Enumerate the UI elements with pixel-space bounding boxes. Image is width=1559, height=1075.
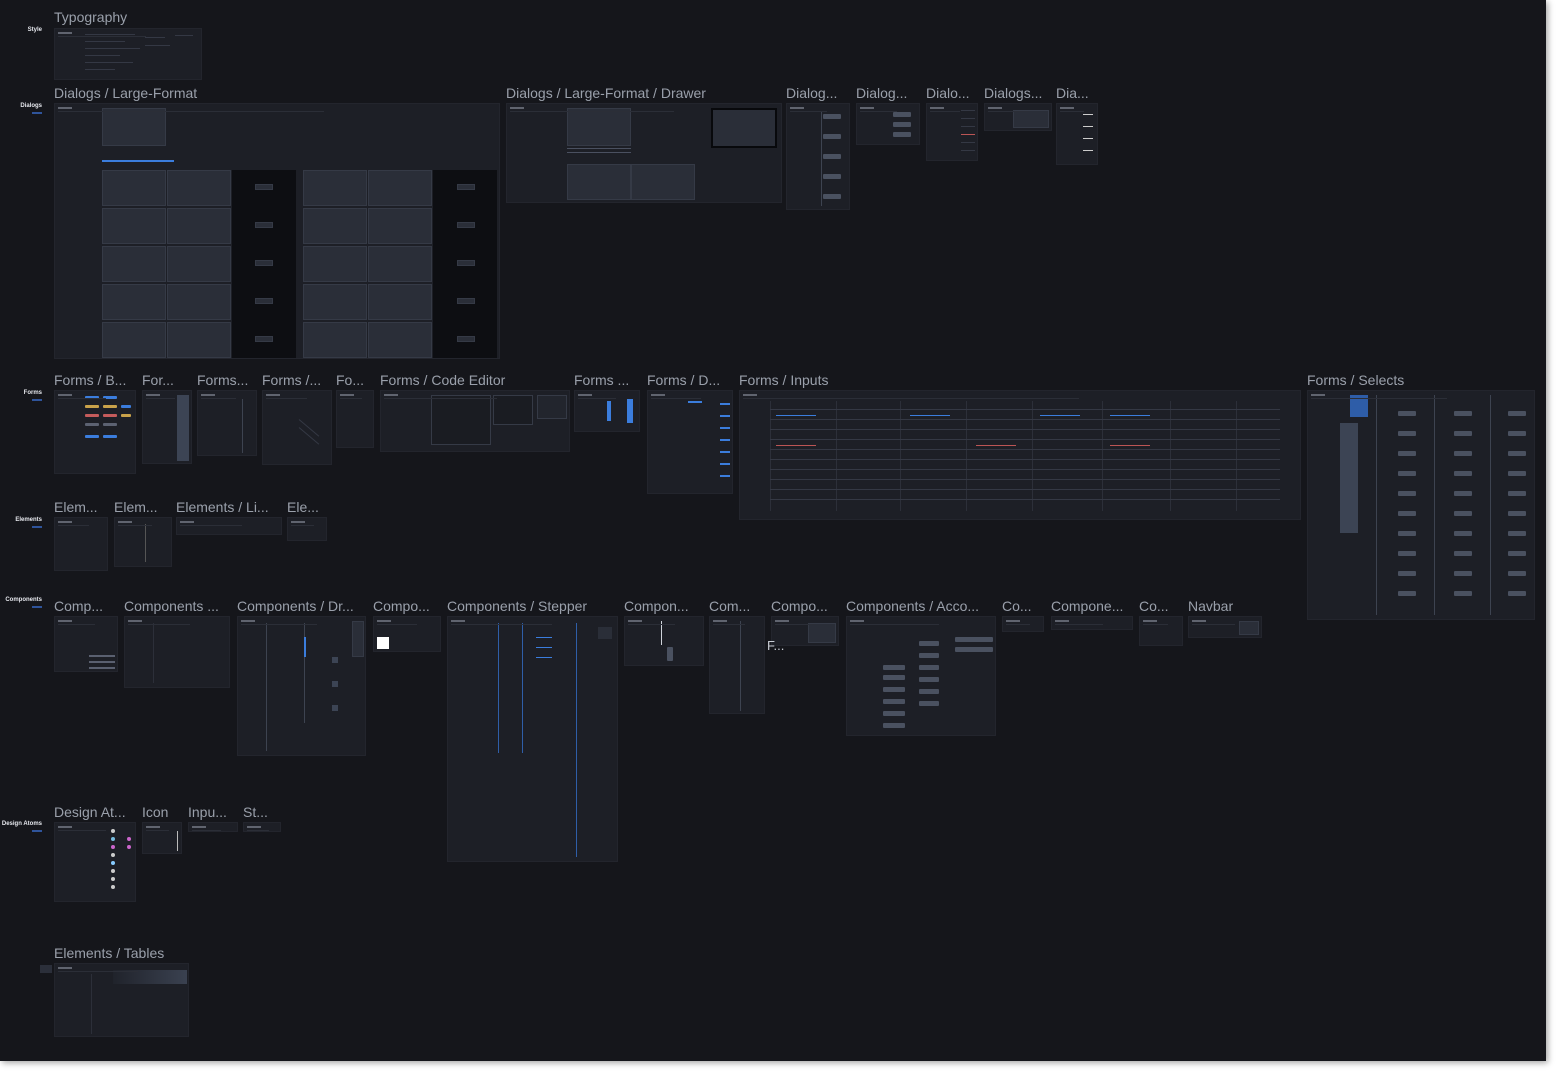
- frame-forms-inputs[interactable]: [739, 390, 1301, 520]
- frame-elements-1[interactable]: [54, 517, 108, 571]
- frame-components-stepper[interactable]: [447, 616, 618, 862]
- frame-forms-3[interactable]: [197, 390, 257, 456]
- frame-label-forms-4[interactable]: Forms /...: [262, 372, 332, 388]
- frame-components-4[interactable]: [373, 616, 441, 652]
- section-label-tables-marker: [40, 965, 52, 973]
- frame-label-dialogs-7[interactable]: Dia...: [1056, 85, 1100, 101]
- design-canvas[interactable]: Style Dialogs Forms Elements Components …: [0, 0, 1546, 1061]
- frame-dialogs-7[interactable]: [1056, 103, 1098, 165]
- frame-label-components-10[interactable]: Co...: [1002, 598, 1046, 614]
- frame-dialogs-4[interactable]: [856, 103, 920, 145]
- frame-label-elements-li[interactable]: Elements / Li...: [176, 499, 280, 515]
- frame-dialogs-3[interactable]: [786, 103, 850, 210]
- frame-inpu[interactable]: [188, 822, 238, 832]
- white-square-swatch: [377, 637, 389, 649]
- frame-label-typography[interactable]: Typography: [54, 9, 254, 25]
- frame-label-elements-tables[interactable]: Elements / Tables: [54, 945, 254, 961]
- frame-label-inpu[interactable]: Inpu...: [188, 804, 238, 820]
- frame-label-forms-d[interactable]: Forms / D...: [647, 372, 733, 388]
- frame-label-dialogs-4[interactable]: Dialog...: [856, 85, 920, 101]
- frame-label-icon[interactable]: Icon: [142, 804, 182, 820]
- frame-label-forms-inputs[interactable]: Forms / Inputs: [739, 372, 939, 388]
- frame-label-forms-2[interactable]: For...: [142, 372, 192, 388]
- frame-label-components-stepper[interactable]: Components / Stepper: [447, 598, 619, 614]
- frame-label-forms-selects[interactable]: Forms / Selects: [1307, 372, 1507, 388]
- frame-label-forms-code-editor[interactable]: Forms / Code Editor: [380, 372, 570, 388]
- frame-elements-li[interactable]: [176, 517, 282, 535]
- frame-label-components-acco[interactable]: Components / Acco...: [846, 598, 996, 614]
- frame-forms-code-editor[interactable]: [380, 390, 570, 452]
- frame-label-components-7[interactable]: Com...: [709, 598, 765, 614]
- frame-dialogs-6[interactable]: [984, 103, 1052, 131]
- floating-text: F...: [767, 638, 785, 653]
- frame-label-dialogs-5[interactable]: Dialo...: [926, 85, 978, 101]
- frame-components-11[interactable]: [1051, 616, 1133, 630]
- frame-label-components-1[interactable]: Comp...: [54, 598, 118, 614]
- frame-components-7[interactable]: [709, 616, 765, 714]
- frame-label-components-4[interactable]: Compo...: [373, 598, 441, 614]
- frame-label-forms-3[interactable]: Forms...: [197, 372, 257, 388]
- frame-label-components-12[interactable]: Co...: [1139, 598, 1183, 614]
- frame-label-elements-1[interactable]: Elem...: [54, 499, 108, 515]
- frame-label-components-11[interactable]: Compone...: [1051, 598, 1133, 614]
- frame-components-acco[interactable]: [846, 616, 996, 736]
- frame-design-at[interactable]: [54, 822, 136, 902]
- frame-label-forms-b[interactable]: Forms / B...: [54, 372, 136, 388]
- frame-label-forms-5[interactable]: Fo...: [336, 372, 376, 388]
- frame-forms-selects[interactable]: [1307, 390, 1535, 620]
- section-label-style[interactable]: Style: [0, 27, 42, 33]
- frame-label-components-dr[interactable]: Components / Dr...: [237, 598, 365, 614]
- frame-elements-4[interactable]: [287, 517, 327, 541]
- frame-dialogs-large-format[interactable]: [54, 103, 500, 359]
- frame-elements-tables[interactable]: [54, 963, 189, 1037]
- frame-label-dialogs-6[interactable]: Dialogs...: [984, 85, 1052, 101]
- frame-dialogs-5[interactable]: [926, 103, 978, 161]
- frame-components-1[interactable]: [54, 616, 118, 672]
- frame-forms-7[interactable]: [574, 390, 640, 432]
- frame-label-forms-7[interactable]: Forms ...: [574, 372, 640, 388]
- frame-components-10[interactable]: [1002, 616, 1044, 632]
- frame-components-dr[interactable]: [237, 616, 366, 756]
- frame-label-dialogs-3[interactable]: Dialog...: [786, 85, 850, 101]
- frame-label-st[interactable]: St...: [243, 804, 283, 820]
- section-label-components[interactable]: Components: [0, 597, 42, 608]
- frame-forms-b[interactable]: [54, 390, 136, 474]
- frame-dialogs-drawer[interactable]: [506, 103, 782, 203]
- frame-forms-d[interactable]: [647, 390, 733, 494]
- frame-elements-2[interactable]: [114, 517, 172, 567]
- frame-label-elements-4[interactable]: Ele...: [287, 499, 327, 515]
- frame-label-navbar[interactable]: Navbar: [1188, 598, 1260, 614]
- frame-forms-5[interactable]: [336, 390, 374, 448]
- frame-components-2[interactable]: [124, 616, 230, 688]
- frame-components-12[interactable]: [1139, 616, 1183, 646]
- frame-label-elements-2[interactable]: Elem...: [114, 499, 172, 515]
- frame-icon[interactable]: [142, 822, 182, 854]
- frame-label-dialogs-large-format[interactable]: Dialogs / Large-Format: [54, 85, 494, 101]
- frame-label-components-2[interactable]: Components ...: [124, 598, 232, 614]
- frame-label-dialogs-drawer[interactable]: Dialogs / Large-Format / Drawer: [506, 85, 781, 101]
- frame-st[interactable]: [243, 822, 281, 832]
- section-label-forms[interactable]: Forms: [0, 390, 42, 401]
- section-label-dialogs[interactable]: Dialogs: [0, 103, 42, 114]
- section-label-design-atoms[interactable]: Design Atoms: [0, 821, 42, 832]
- frame-navbar[interactable]: [1188, 616, 1262, 638]
- frame-components-6[interactable]: [624, 616, 704, 666]
- section-label-elements[interactable]: Elements: [0, 517, 42, 528]
- frame-forms-2[interactable]: [142, 390, 192, 464]
- frame-label-components-8[interactable]: Compo...: [771, 598, 839, 614]
- frame-label-components-6[interactable]: Compon...: [624, 598, 704, 614]
- frame-label-design-at[interactable]: Design At...: [54, 804, 138, 820]
- frame-forms-4[interactable]: [262, 390, 332, 465]
- frame-typography[interactable]: [54, 28, 202, 80]
